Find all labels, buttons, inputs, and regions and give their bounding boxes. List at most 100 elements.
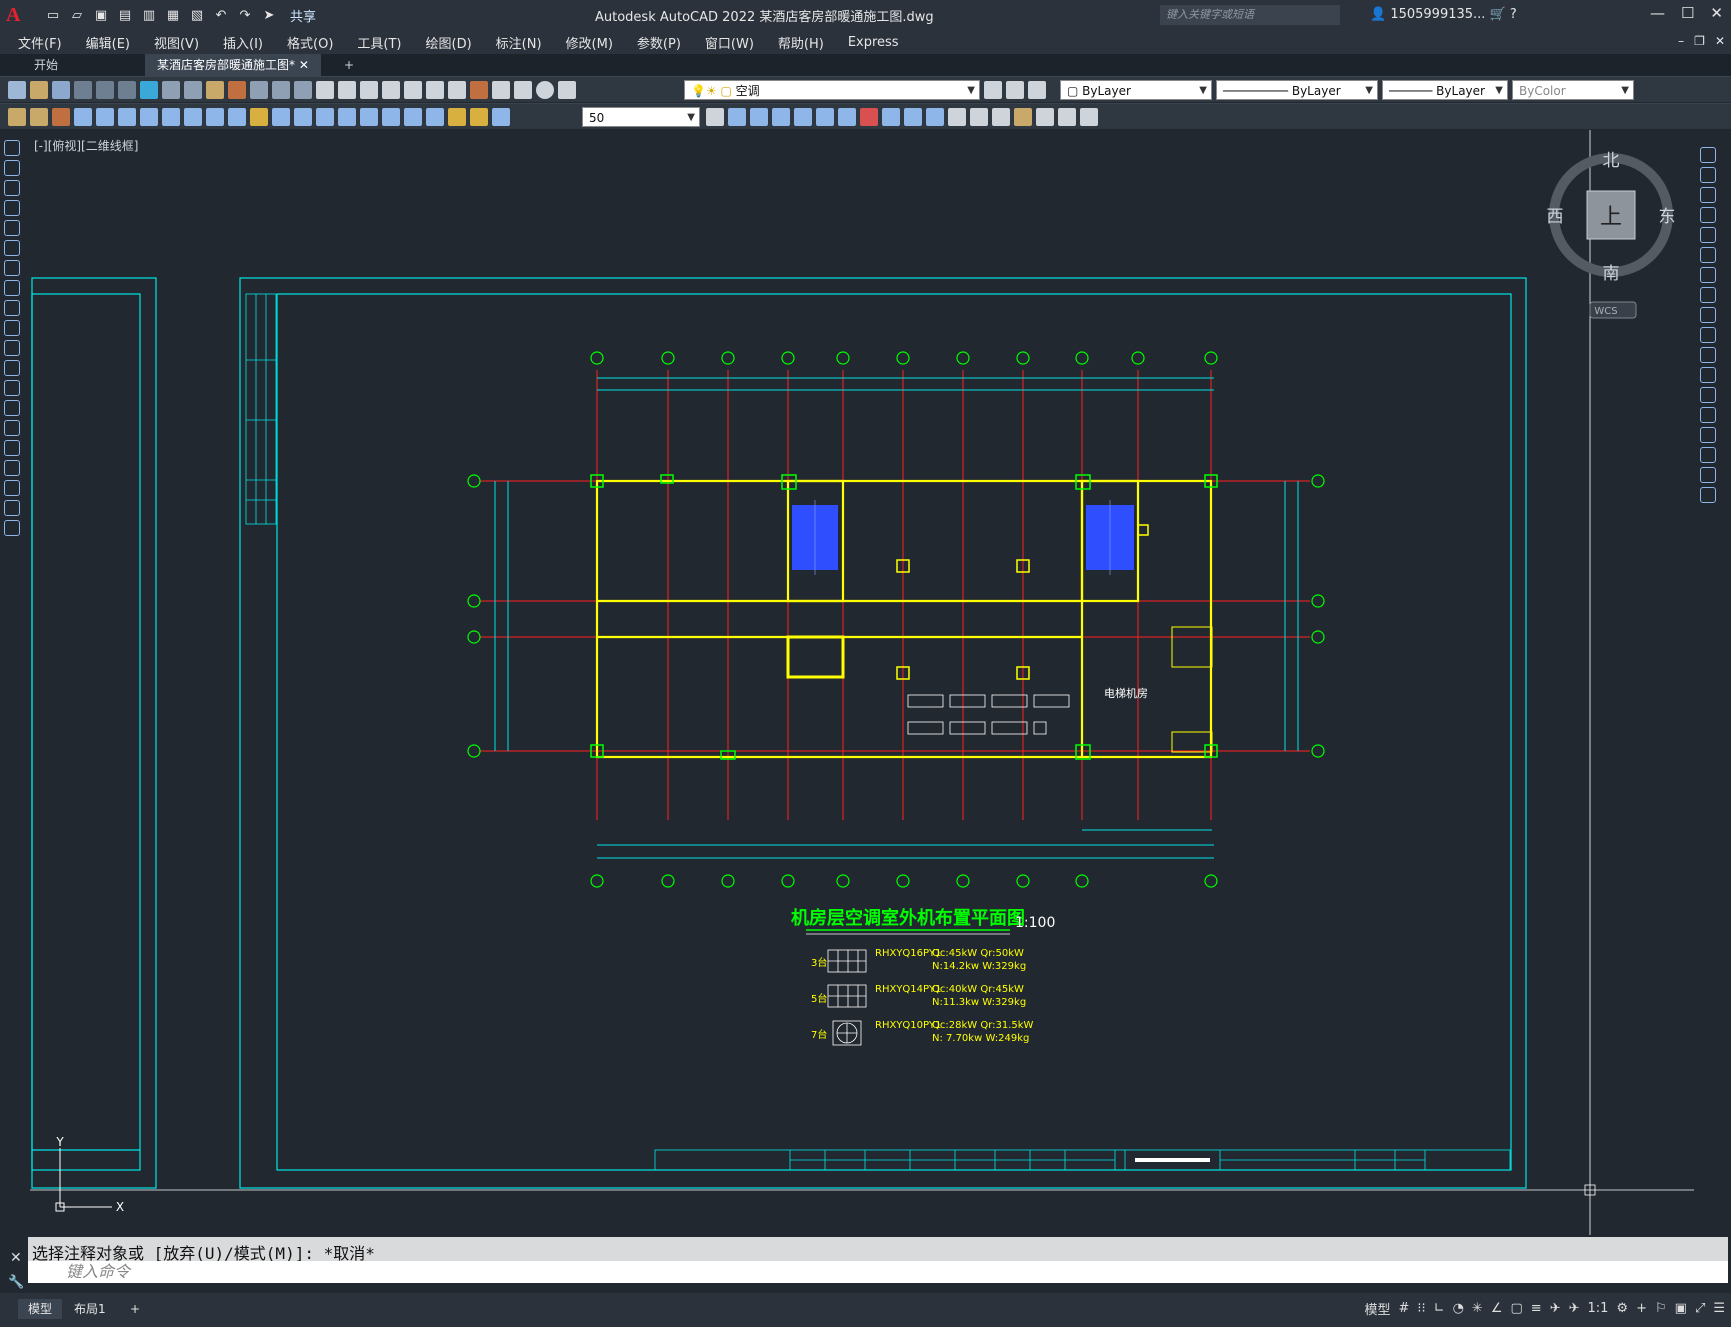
tolerance-icon[interactable] xyxy=(360,108,378,126)
model-space-button[interactable]: 模型 xyxy=(1364,1299,1390,1318)
dimscale-dropdown[interactable]: 50 ▼ xyxy=(582,107,700,127)
customize-icon[interactable]: 🔧 xyxy=(8,1275,24,1290)
copy-icon[interactable] xyxy=(184,81,202,99)
pan-icon[interactable] xyxy=(316,81,334,99)
menu-dimension[interactable]: 标注(N) xyxy=(496,33,542,52)
visual-style-2-icon[interactable] xyxy=(970,108,988,126)
undo-icon[interactable] xyxy=(272,81,290,99)
visual-style-icon[interactable] xyxy=(948,108,966,126)
open-icon[interactable] xyxy=(30,81,48,99)
tab-close-icon[interactable]: ✕ xyxy=(299,58,309,72)
design-center-icon[interactable] xyxy=(426,81,444,99)
menu-edit[interactable]: 编辑(E) xyxy=(86,33,130,52)
viewcube-north[interactable]: 北 xyxy=(1603,151,1620,171)
properties-icon[interactable] xyxy=(404,81,422,99)
dim-edit-icon[interactable] xyxy=(448,108,466,126)
render-3-icon[interactable] xyxy=(1058,108,1076,126)
menu-draw[interactable]: 绘图(D) xyxy=(426,33,472,52)
jogged-linear-icon[interactable] xyxy=(426,108,444,126)
layer-properties-icon[interactable] xyxy=(558,81,576,99)
publish-icon[interactable] xyxy=(118,81,136,99)
redo-icon[interactable]: ↷ xyxy=(236,6,254,24)
user-account[interactable]: 👤 1505999135... 🛒 ? xyxy=(1370,7,1517,22)
grid-icon[interactable]: # xyxy=(1399,1301,1410,1316)
ordinate-icon[interactable] xyxy=(140,108,158,126)
customize-status-icon[interactable]: ☰ xyxy=(1713,1301,1725,1316)
new-icon[interactable]: ▭ xyxy=(44,6,62,24)
lineweight-dropdown[interactable]: ────── ByLayer ▼ xyxy=(1382,80,1508,100)
arc-length-icon[interactable] xyxy=(118,108,136,126)
view-1-icon[interactable] xyxy=(728,108,746,126)
layer-tool-3-icon[interactable] xyxy=(52,108,70,126)
plot-icon[interactable] xyxy=(74,81,92,99)
ucs-6-icon[interactable] xyxy=(904,108,922,126)
color-dropdown[interactable]: ▢ ByLayer ▼ xyxy=(1060,80,1212,100)
help-icon[interactable] xyxy=(536,81,554,99)
undo-icon[interactable]: ↶ xyxy=(212,6,230,24)
workspace-icon[interactable]: ⚙ xyxy=(1616,1301,1628,1316)
share-button[interactable]: 共享 xyxy=(290,6,316,25)
preview-icon[interactable] xyxy=(96,81,114,99)
menu-file[interactable]: 文件(F) xyxy=(18,33,62,52)
otrack-icon[interactable]: ∠ xyxy=(1491,1301,1503,1316)
lineweight-icon[interactable]: ≡ xyxy=(1531,1301,1542,1316)
close-command-icon[interactable]: ✕ xyxy=(10,1250,22,1266)
baseline-icon[interactable] xyxy=(272,108,290,126)
doc-restore-button[interactable]: ❐ xyxy=(1694,34,1705,48)
center-mark-icon[interactable] xyxy=(382,108,400,126)
layer-previous-icon[interactable] xyxy=(1006,81,1024,99)
view-3-icon[interactable] xyxy=(772,108,790,126)
share-icon[interactable]: ➤ xyxy=(260,6,278,24)
quick-dimension-icon[interactable] xyxy=(250,108,268,126)
menu-tools[interactable]: 工具(T) xyxy=(357,33,401,52)
add-layout-button[interactable]: + xyxy=(120,1299,150,1319)
viewcube-east[interactable]: 东 xyxy=(1659,207,1676,227)
ucs-7-icon[interactable] xyxy=(926,108,944,126)
angular-icon[interactable] xyxy=(228,108,246,126)
match-properties-icon[interactable] xyxy=(228,81,246,99)
block-editor-icon[interactable] xyxy=(250,81,268,99)
open-web-icon[interactable]: ▥ xyxy=(140,6,158,24)
dim-text-edit-icon[interactable] xyxy=(470,108,488,126)
ucs-4-icon[interactable] xyxy=(860,108,878,126)
ucs-2-icon[interactable] xyxy=(816,108,834,126)
help-icon[interactable]: ? xyxy=(1510,7,1517,22)
viewcube[interactable]: 上 北 南 东 西 WCS xyxy=(1547,151,1676,319)
wcs-menu[interactable]: WCS xyxy=(1594,306,1617,317)
jogged-icon[interactable] xyxy=(184,108,202,126)
auto-scale-icon[interactable]: ✈ xyxy=(1569,1301,1580,1316)
plot-icon[interactable]: ▧ xyxy=(188,6,206,24)
menu-parametric[interactable]: 参数(P) xyxy=(637,33,681,52)
calculator-icon[interactable] xyxy=(514,81,532,99)
annotation-scale[interactable]: 1:1 xyxy=(1588,1301,1609,1316)
viewcube-face[interactable]: 上 xyxy=(1600,205,1622,230)
make-current-layer-icon[interactable] xyxy=(984,81,1002,99)
close-button[interactable]: ✕ xyxy=(1710,4,1723,22)
osnap-icon[interactable]: ✳ xyxy=(1472,1301,1483,1316)
menu-window[interactable]: 窗口(W) xyxy=(705,33,754,52)
cut-icon[interactable] xyxy=(162,81,180,99)
view-2-icon[interactable] xyxy=(750,108,768,126)
isolate-icon[interactable]: ⚐ xyxy=(1655,1301,1667,1316)
aligned-dimension-icon[interactable] xyxy=(96,108,114,126)
menu-help[interactable]: 帮助(H) xyxy=(778,33,824,52)
save-icon[interactable]: ▣ xyxy=(92,6,110,24)
ucs-icon[interactable] xyxy=(794,108,812,126)
zoom-realtime-icon[interactable] xyxy=(338,81,356,99)
zoom-window-icon[interactable] xyxy=(360,81,378,99)
layer-tool-icon[interactable] xyxy=(8,108,26,126)
inspection-icon[interactable] xyxy=(404,108,422,126)
layer-tool-2-icon[interactable] xyxy=(30,108,48,126)
tool-palettes-icon[interactable] xyxy=(448,81,466,99)
search-input[interactable]: 键入关键字或短语 xyxy=(1160,5,1340,25)
save-web-icon[interactable]: ▦ xyxy=(164,6,182,24)
ucs-5-icon[interactable] xyxy=(882,108,900,126)
tab-start[interactable]: 开始 xyxy=(22,54,70,76)
menu-modify[interactable]: 修改(M) xyxy=(566,33,613,52)
paste-icon[interactable] xyxy=(206,81,224,99)
new-icon[interactable] xyxy=(8,81,26,99)
doc-minimize-button[interactable]: – xyxy=(1678,34,1684,48)
annotation-visibility-icon[interactable]: ✈ xyxy=(1550,1301,1561,1316)
tab-document[interactable]: 某酒店客房部暖通施工图* ✕ xyxy=(145,54,321,76)
open-icon[interactable]: ▱ xyxy=(68,6,86,24)
